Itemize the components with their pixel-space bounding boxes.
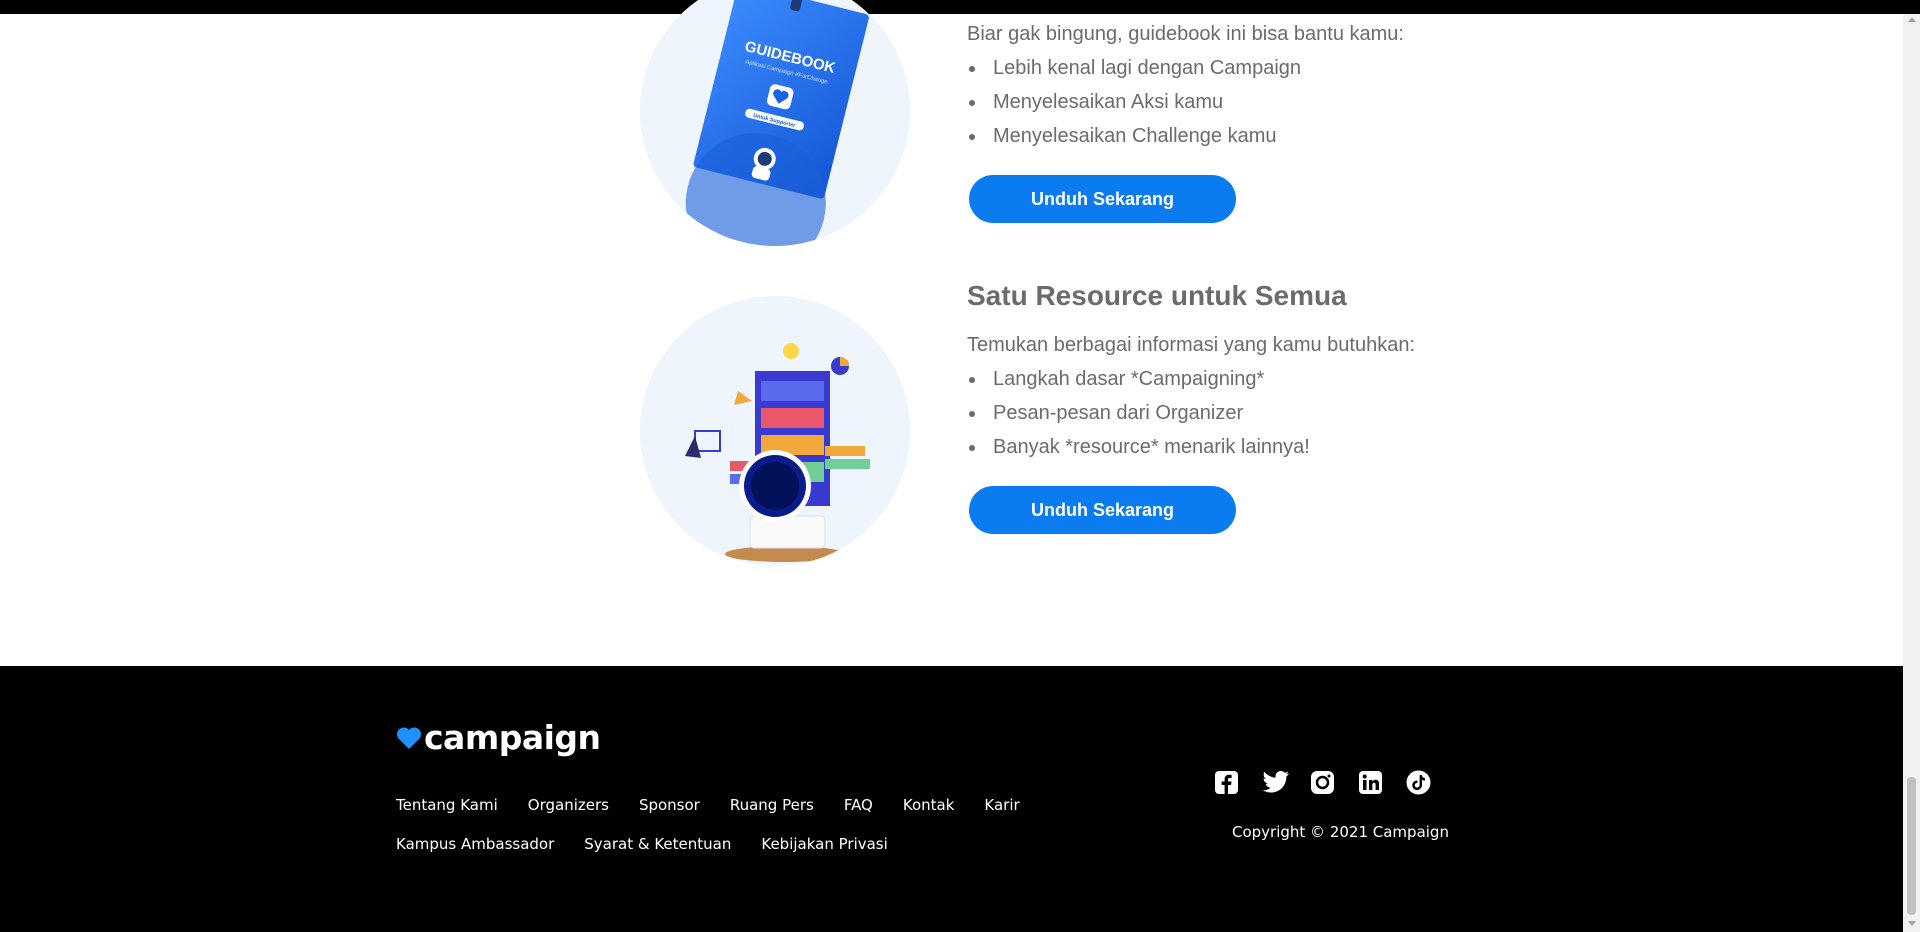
footer-link-tentang-kami[interactable]: Tentang Kami bbox=[396, 796, 498, 814]
resource-intro: Temukan berbagai informasi yang kamu but… bbox=[967, 334, 1416, 356]
browser-top-bar bbox=[0, 0, 1920, 14]
page-scrollbar[interactable] bbox=[1903, 14, 1920, 932]
list-item: Banyak *resource* menarik lainnya! bbox=[969, 430, 1487, 464]
guidebook-intro: Biar gak bingung, guidebook ini bisa ban… bbox=[967, 23, 1404, 45]
guidebook-illustration: GUIDEBOOK Aplikasi Campaign #ForChange U… bbox=[640, 0, 910, 246]
list-item: Lebih kenal lagi dengan Campaign bbox=[969, 51, 1487, 85]
resource-download-button[interactable]: Unduh Sekarang bbox=[969, 486, 1236, 534]
page-content: GUIDEBOOK Aplikasi Campaign #ForChange U… bbox=[0, 0, 1903, 666]
footer-link-faq[interactable]: FAQ bbox=[844, 796, 873, 814]
resource-list: Langkah dasar *Campaigning* Pesan-pesan … bbox=[967, 362, 1487, 464]
guidebook-download-button[interactable]: Unduh Sekarang bbox=[969, 175, 1236, 223]
resource-section: Satu Resource untuk Semua Temukan berbag… bbox=[967, 280, 1487, 534]
logo-text: campaign bbox=[424, 718, 601, 757]
facebook-icon[interactable] bbox=[1214, 770, 1239, 795]
footer-link-ruang-pers[interactable]: Ruang Pers bbox=[730, 796, 814, 814]
guidebook-list: Lebih kenal lagi dengan Campaign Menyele… bbox=[967, 51, 1487, 153]
scroll-up-arrow-icon[interactable] bbox=[1908, 17, 1916, 22]
list-item: Menyelesaikan Aksi kamu bbox=[969, 85, 1487, 119]
footer-links: Tentang Kami Organizers Sponsor Ruang Pe… bbox=[396, 796, 1036, 874]
heart-icon bbox=[396, 726, 422, 749]
footer-links-row-1: Tentang Kami Organizers Sponsor Ruang Pe… bbox=[396, 796, 1036, 814]
campaign-logo[interactable]: campaign bbox=[396, 718, 601, 757]
guidebook-section: Biar gak bingung, guidebook ini bisa ban… bbox=[967, 17, 1487, 223]
copyright-text: Copyright © 2021 Campaign bbox=[1232, 823, 1449, 841]
footer-link-organizers[interactable]: Organizers bbox=[528, 796, 609, 814]
list-item: Pesan-pesan dari Organizer bbox=[969, 396, 1487, 430]
footer-link-karir[interactable]: Karir bbox=[984, 796, 1019, 814]
footer-link-kebijakan-privasi[interactable]: Kebijakan Privasi bbox=[761, 835, 887, 853]
list-item: Menyelesaikan Challenge kamu bbox=[969, 119, 1487, 153]
twitter-icon[interactable] bbox=[1262, 770, 1289, 795]
scrollbar-thumb[interactable] bbox=[1907, 777, 1916, 915]
resource-title: Satu Resource untuk Semua bbox=[967, 280, 1347, 311]
site-footer: campaign Tentang Kami Organizers Sponsor… bbox=[0, 666, 1903, 932]
footer-links-row-2: Kampus Ambassador Syarat & Ketentuan Keb… bbox=[396, 835, 1036, 853]
footer-link-kontak[interactable]: Kontak bbox=[903, 796, 955, 814]
social-links bbox=[1214, 770, 1431, 795]
footer-link-sponsor[interactable]: Sponsor bbox=[639, 796, 700, 814]
scroll-down-arrow-icon[interactable] bbox=[1908, 921, 1916, 926]
footer-link-kampus-ambassador[interactable]: Kampus Ambassador bbox=[396, 835, 554, 853]
footer-link-syarat-ketentuan[interactable]: Syarat & Ketentuan bbox=[584, 835, 731, 853]
tiktok-icon[interactable] bbox=[1406, 770, 1431, 795]
linkedin-icon[interactable] bbox=[1358, 770, 1383, 795]
resource-illustration bbox=[640, 296, 910, 566]
instagram-icon[interactable] bbox=[1310, 770, 1335, 795]
list-item: Langkah dasar *Campaigning* bbox=[969, 362, 1487, 396]
